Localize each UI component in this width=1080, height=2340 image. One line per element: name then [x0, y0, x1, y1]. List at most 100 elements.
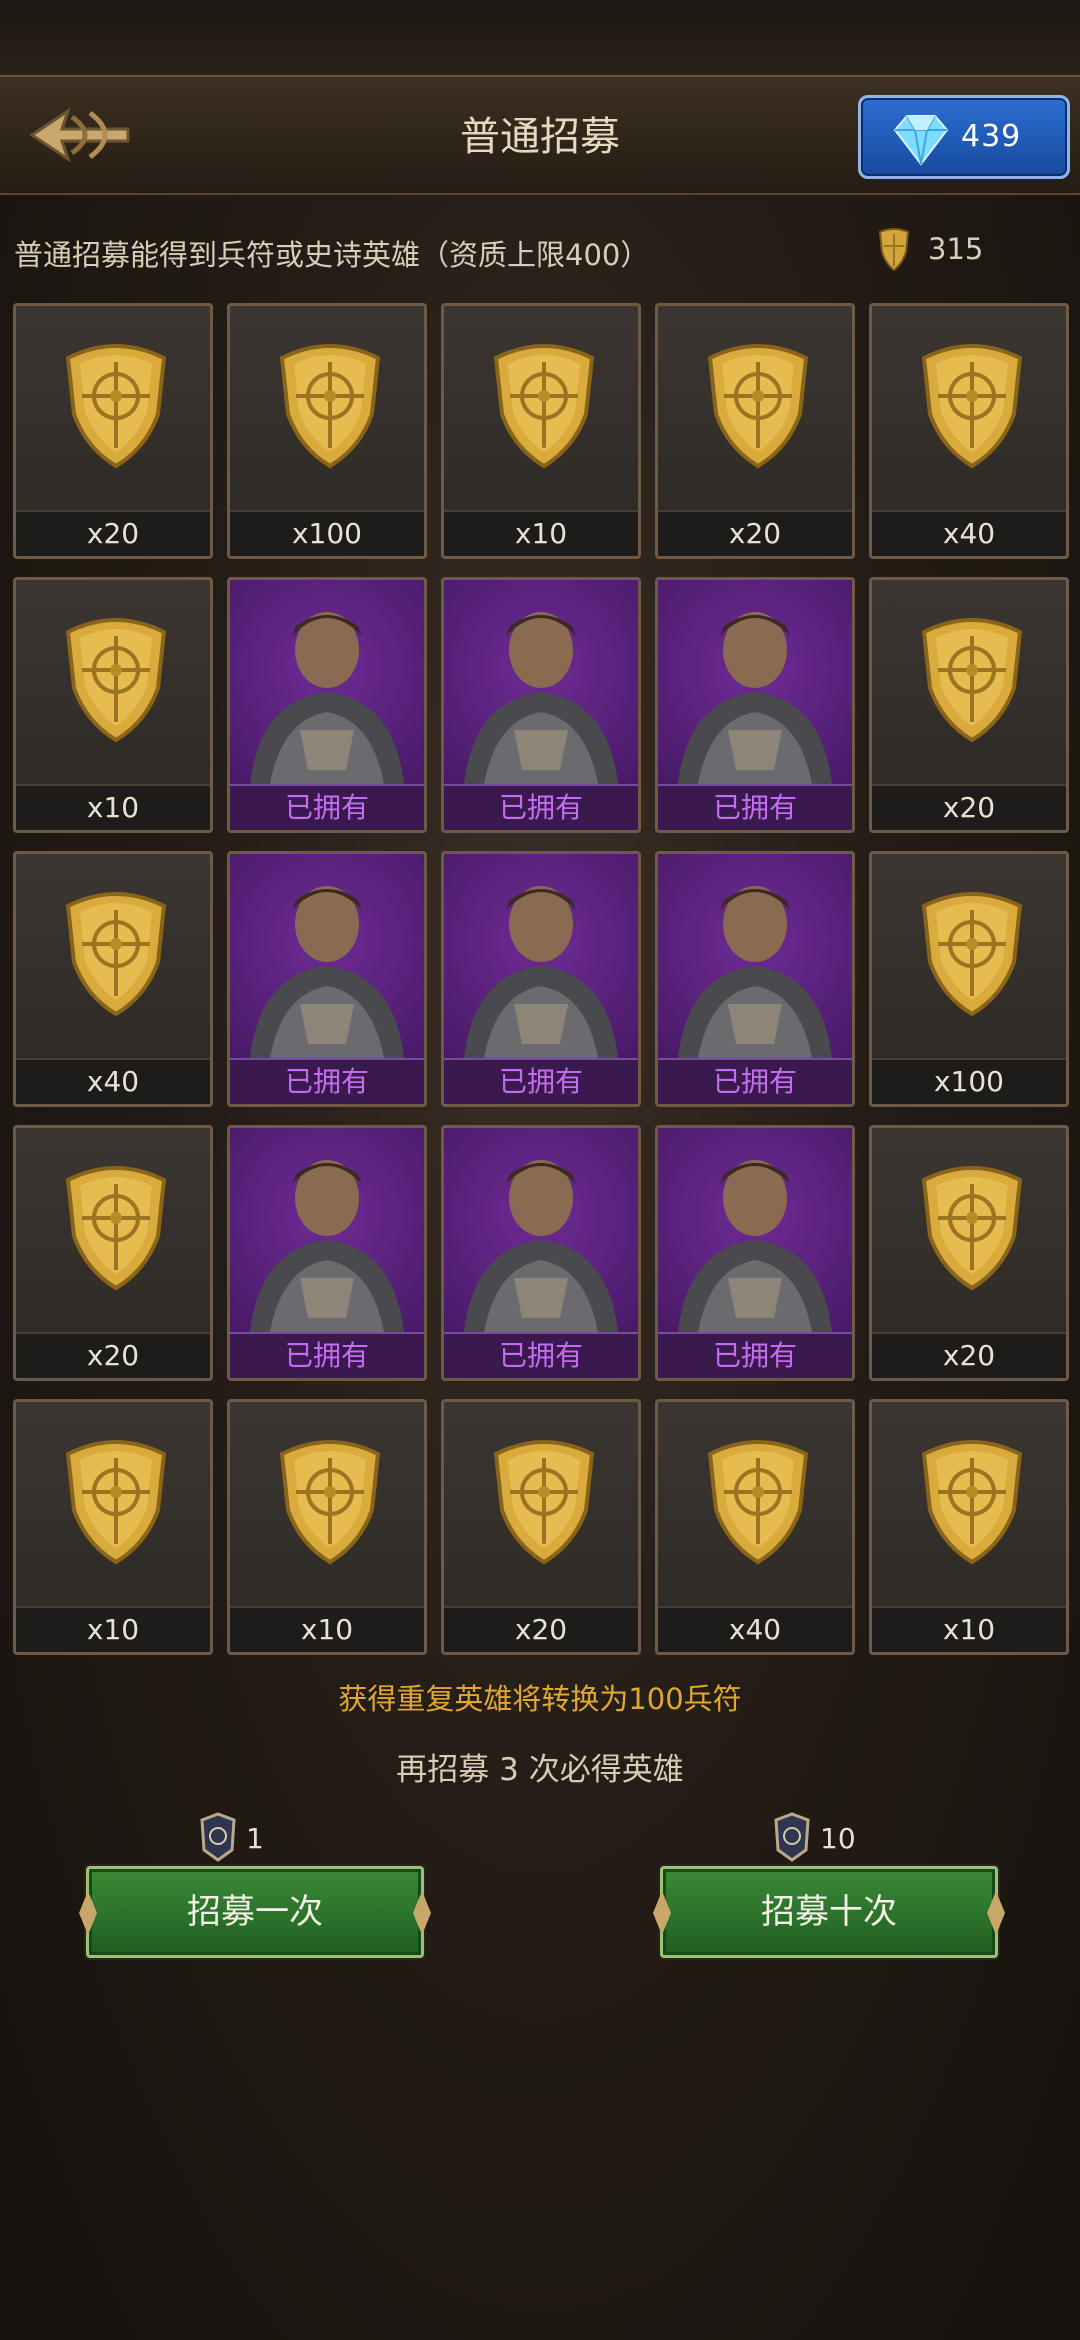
gold-shield-token-icon	[493, 1440, 595, 1565]
gold-shield-token-icon	[65, 1166, 167, 1291]
token-reward-card[interactable]: x40	[655, 1399, 855, 1655]
diamond-icon	[893, 115, 949, 166]
token-amount-label: x20	[658, 510, 852, 556]
token-shield-icon	[878, 228, 910, 272]
button-ornament-icon	[79, 1891, 97, 1935]
gold-shield-token-icon	[921, 892, 1023, 1017]
token-reward-card[interactable]: x20	[655, 303, 855, 559]
gold-shield-token-icon	[707, 1440, 809, 1565]
owned-label: 已拥有	[444, 1332, 638, 1378]
recruit-ten-cost-value: 10	[820, 1822, 856, 1855]
token-amount-label: x40	[872, 510, 1066, 556]
recruit-once-label: 招募一次	[187, 1892, 323, 1932]
token-amount-label: x20	[444, 1606, 638, 1652]
owned-label: 已拥有	[658, 784, 852, 830]
hero-portrait-icon	[250, 612, 404, 784]
owned-label: 已拥有	[230, 784, 424, 830]
recruit-once-cost-value: 1	[246, 1822, 264, 1855]
hero-card[interactable]: 已拥有	[655, 1125, 855, 1381]
token-amount-label: x10	[230, 1606, 424, 1652]
hero-portrait-icon	[250, 886, 404, 1058]
gold-shield-token-icon	[921, 1166, 1023, 1291]
hero-card[interactable]: 已拥有	[441, 577, 641, 833]
button-ornament-icon	[413, 1891, 431, 1935]
gold-shield-token-icon	[493, 344, 595, 469]
recruit-once-button[interactable]: 招募一次	[79, 1866, 431, 1958]
token-reward-card[interactable]: x10	[227, 1399, 427, 1655]
owned-label: 已拥有	[444, 1058, 638, 1104]
token-amount-label: x10	[16, 1606, 210, 1652]
token-amount-label: x40	[16, 1058, 210, 1104]
duplicate-note: 获得重复英雄将转换为100兵符	[338, 1682, 742, 1716]
hero-card[interactable]: 已拥有	[655, 851, 855, 1107]
recruit-ticket-icon	[200, 1812, 236, 1862]
owned-label: 已拥有	[444, 784, 638, 830]
token-reward-card[interactable]: x20	[869, 1125, 1069, 1381]
hero-card[interactable]: 已拥有	[441, 851, 641, 1107]
token-reward-card[interactable]: x100	[869, 851, 1069, 1107]
back-arrow-icon	[29, 107, 130, 163]
token-reward-card[interactable]: x20	[13, 303, 213, 559]
token-amount-label: x10	[444, 510, 638, 556]
token-amount-label: x20	[16, 1332, 210, 1378]
hero-card[interactable]: 已拥有	[655, 577, 855, 833]
gem-balance[interactable]: 439	[858, 95, 1070, 179]
token-amount-label: x20	[16, 510, 210, 556]
recruit-description: 普通招募能得到兵符或史诗英雄（资质上限400）	[14, 238, 650, 272]
hero-portrait-icon	[678, 1160, 832, 1332]
token-reward-card[interactable]: x40	[869, 303, 1069, 559]
recruit-ticket-icon	[774, 1812, 810, 1862]
owned-label: 已拥有	[658, 1058, 852, 1104]
hero-card[interactable]: 已拥有	[227, 851, 427, 1107]
owned-label: 已拥有	[230, 1332, 424, 1378]
token-reward-card[interactable]: x20	[13, 1125, 213, 1381]
back-button[interactable]	[28, 103, 132, 167]
token-amount-label: x100	[872, 1058, 1066, 1104]
token-balance: 315	[876, 226, 1056, 276]
owned-label: 已拥有	[230, 1058, 424, 1104]
token-reward-card[interactable]: x20	[441, 1399, 641, 1655]
token-reward-card[interactable]: x40	[13, 851, 213, 1107]
gold-shield-token-icon	[921, 344, 1023, 469]
token-reward-card[interactable]: x10	[13, 1399, 213, 1655]
token-reward-card[interactable]: x20	[869, 577, 1069, 833]
gold-shield-token-icon	[65, 344, 167, 469]
token-reward-card[interactable]: x10	[869, 1399, 1069, 1655]
token-reward-card[interactable]: x10	[441, 303, 641, 559]
gold-shield-token-icon	[65, 618, 167, 743]
pity-note: 再招募 3 次必得英雄	[396, 1752, 684, 1788]
token-reward-card[interactable]: x100	[227, 303, 427, 559]
button-ornament-icon	[653, 1891, 671, 1935]
recruit-ten-button[interactable]: 招募十次	[653, 1866, 1005, 1958]
status-area	[0, 0, 1080, 75]
button-ornament-icon	[987, 1891, 1005, 1935]
gold-shield-token-icon	[279, 1440, 381, 1565]
hero-card[interactable]: 已拥有	[227, 577, 427, 833]
token-reward-card[interactable]: x10	[13, 577, 213, 833]
token-amount-label: x100	[230, 510, 424, 556]
gold-shield-token-icon	[65, 892, 167, 1017]
token-count: 315	[928, 232, 984, 266]
gem-count: 439	[961, 119, 1022, 154]
reward-grid: x20 x100 x10 x20 x40 x10 已拥有 已拥有 已拥有 x20 x40 已拥有 已拥有…	[13, 303, 1069, 1655]
token-amount-label: x40	[658, 1606, 852, 1652]
owned-label: 已拥有	[658, 1332, 852, 1378]
hero-portrait-icon	[464, 886, 618, 1058]
hero-portrait-icon	[678, 886, 832, 1058]
hero-portrait-icon	[464, 1160, 618, 1332]
hero-portrait-icon	[250, 1160, 404, 1332]
gold-shield-token-icon	[921, 618, 1023, 743]
hero-card[interactable]: 已拥有	[441, 1125, 641, 1381]
hero-card[interactable]: 已拥有	[227, 1125, 427, 1381]
gold-shield-token-icon	[921, 1440, 1023, 1565]
token-amount-label: x10	[16, 784, 210, 830]
gold-shield-token-icon	[65, 1440, 167, 1565]
token-amount-label: x10	[872, 1606, 1066, 1652]
gold-shield-token-icon	[279, 344, 381, 469]
hero-portrait-icon	[464, 612, 618, 784]
gold-shield-token-icon	[707, 344, 809, 469]
token-amount-label: x20	[872, 784, 1066, 830]
token-amount-label: x20	[872, 1332, 1066, 1378]
hero-portrait-icon	[678, 612, 832, 784]
header-bar: 普通招募 439	[0, 75, 1080, 195]
